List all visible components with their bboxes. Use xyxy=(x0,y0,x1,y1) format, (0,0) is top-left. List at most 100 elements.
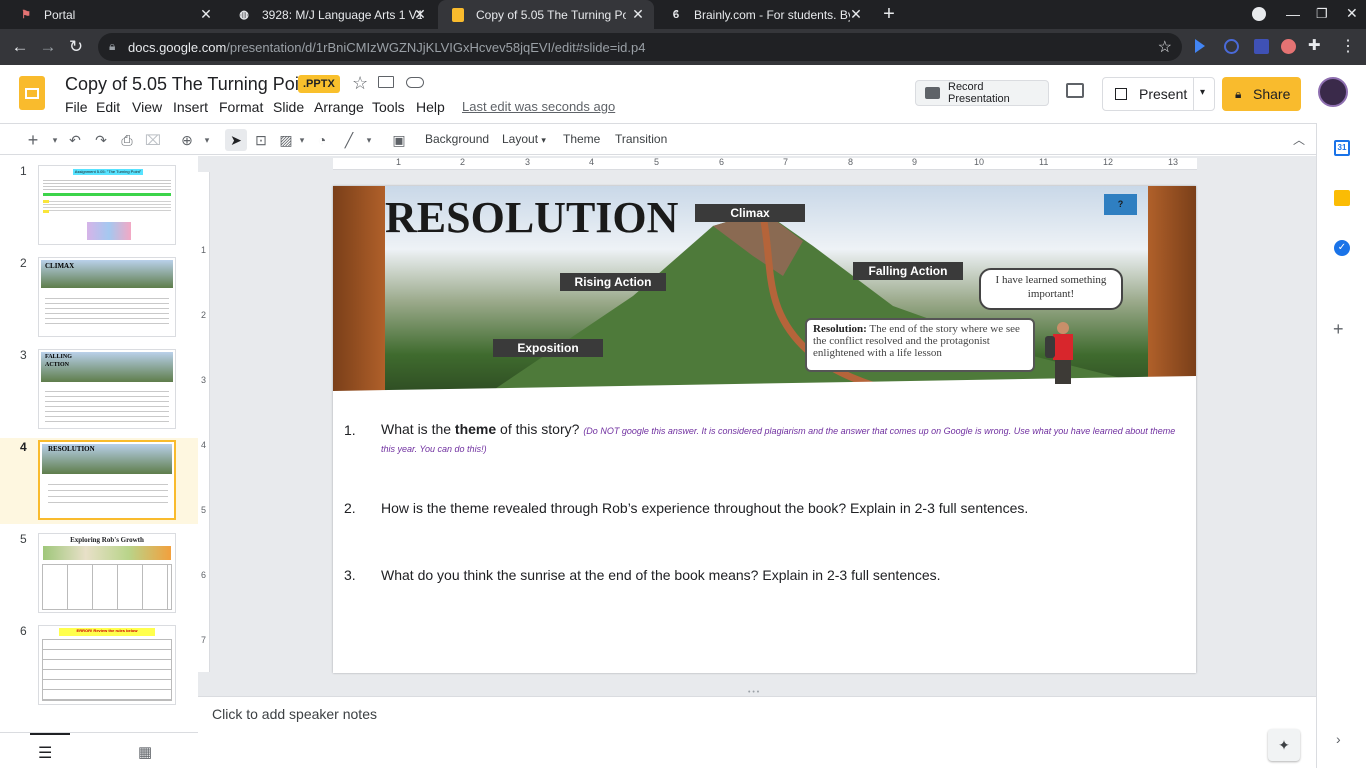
slide-heading[interactable]: RESOLUTION xyxy=(385,192,678,243)
slide-thumbnail-2[interactable]: CLIMAX xyxy=(38,257,176,337)
question-1[interactable]: 1. xyxy=(344,422,356,438)
menu-edit[interactable]: Edit xyxy=(96,99,120,115)
tab-language-arts[interactable]: ◍ 3928: M/J Language Arts 1 V14 ✕ xyxy=(224,0,436,29)
move-folder-icon[interactable] xyxy=(378,76,394,88)
cloud-status-icon[interactable] xyxy=(406,77,424,88)
chevron-down-icon[interactable]: ▾ xyxy=(196,129,218,151)
tab-slides[interactable]: Copy of 5.05 The Turning Point ✕ xyxy=(438,0,654,29)
record-presentation-button[interactable]: Record Presentation xyxy=(915,80,1049,106)
bookmark-star-icon[interactable]: ☆ xyxy=(1158,37,1172,57)
grid-view-icon[interactable]: ▦ xyxy=(138,743,152,761)
label-exposition[interactable]: Exposition xyxy=(493,339,603,357)
close-icon[interactable]: ✕ xyxy=(630,6,646,22)
ruler-tick: 3 xyxy=(201,375,207,385)
label-falling-action[interactable]: Falling Action xyxy=(853,262,963,280)
slide-thumbnail-3[interactable]: FALLING ACTION xyxy=(38,349,176,429)
hiker-figure xyxy=(1045,322,1085,384)
close-icon[interactable]: ✕ xyxy=(198,6,214,22)
slide-thumbnail-1[interactable]: Assignment 5.05: "The Turning Point" xyxy=(38,165,176,245)
menu-slide[interactable]: Slide xyxy=(273,99,304,115)
question-1-text[interactable]: What is the theme of this story? (Do NOT… xyxy=(381,421,1181,457)
redo-icon[interactable]: ↷ xyxy=(90,129,112,151)
shape-icon[interactable]: ◔ xyxy=(311,129,333,151)
explore-icon[interactable]: ✦ xyxy=(1268,729,1300,761)
extension-circle-icon[interactable] xyxy=(1224,39,1239,54)
last-edit-link[interactable]: Last edit was seconds ago xyxy=(462,99,615,114)
keep-icon[interactable] xyxy=(1334,190,1350,206)
question-3-text[interactable]: What do you think the sunrise at the end… xyxy=(381,567,941,583)
restore-icon[interactable]: ❐ xyxy=(1316,6,1328,22)
help-button[interactable]: ? xyxy=(1104,194,1137,215)
tab-portal[interactable]: ⚑ Portal ✕ xyxy=(6,0,222,29)
star-icon[interactable]: ☆ xyxy=(352,73,368,94)
line-icon[interactable]: ╱ xyxy=(338,129,360,151)
slide-thumbnail-6[interactable]: ERROR! Review the rules below xyxy=(38,625,176,705)
list-view-icon[interactable]: ☰ xyxy=(38,743,52,763)
chevron-down-icon[interactable]: ▾ xyxy=(358,129,380,151)
extension-play-icon[interactable] xyxy=(1195,39,1205,53)
menu-format[interactable]: Format xyxy=(219,99,263,115)
new-slide-icon[interactable]: + xyxy=(22,129,44,151)
menu-tools[interactable]: Tools xyxy=(372,99,405,115)
tab-brainly[interactable]: ϐ Brainly.com - For students. By st ✕ xyxy=(656,0,872,29)
forward-icon[interactable]: → xyxy=(34,33,62,61)
transition-button[interactable]: Transition xyxy=(615,132,667,146)
extensions-puzzle-icon[interactable]: ✚ xyxy=(1308,36,1321,54)
close-icon[interactable]: ✕ xyxy=(848,6,864,22)
label-climax[interactable]: Climax xyxy=(695,204,805,222)
slides-logo-icon[interactable] xyxy=(19,76,45,110)
collapse-toolbar-icon[interactable]: ︿ xyxy=(1288,129,1310,151)
new-tab-button[interactable]: + xyxy=(878,4,900,26)
close-window-icon[interactable]: ✕ xyxy=(1346,5,1358,22)
extension-square-icon[interactable] xyxy=(1254,39,1269,54)
browser-menu-icon[interactable]: ⋮ xyxy=(1340,36,1356,56)
chevron-down-icon[interactable]: ▾ xyxy=(291,129,313,151)
ruler-tick: 13 xyxy=(1168,157,1179,167)
slide-thumbnail-4[interactable]: RESOLUTION xyxy=(38,440,176,520)
ruler-tick: 7 xyxy=(201,635,207,645)
resolution-definition-box[interactable]: Resolution: The end of the story where w… xyxy=(805,318,1035,372)
select-cursor-icon[interactable]: ➤ xyxy=(225,129,247,151)
menu-view[interactable]: View xyxy=(132,99,162,115)
minimize-icon[interactable]: — xyxy=(1286,6,1300,22)
avatar[interactable] xyxy=(1318,77,1348,107)
notes-resize-handle[interactable]: • • • xyxy=(198,686,1316,696)
paint-format-icon[interactable]: ⌧ xyxy=(142,129,164,151)
tasks-icon[interactable]: ✓ xyxy=(1334,240,1350,256)
slide-number: 2 xyxy=(20,256,27,270)
background-button[interactable]: Background xyxy=(425,132,489,146)
speech-bubble[interactable]: I have learned something important! xyxy=(979,268,1123,310)
slide-thumbnail-5[interactable]: Exploring Rob's Growth xyxy=(38,533,176,613)
text-box-icon[interactable]: ⊡ xyxy=(250,129,272,151)
chevron-down-icon[interactable]: ▾ xyxy=(1200,87,1205,98)
zoom-icon[interactable]: ⊕ xyxy=(176,129,198,151)
chevron-right-icon[interactable]: › xyxy=(1336,731,1341,747)
theme-button[interactable]: Theme xyxy=(563,132,600,146)
print-icon[interactable]: ⎙ xyxy=(116,129,138,151)
undo-icon[interactable]: ↶ xyxy=(64,129,86,151)
menu-file[interactable]: File xyxy=(65,99,88,115)
present-button[interactable]: Present ▾ xyxy=(1102,77,1215,111)
tab-title: Copy of 5.05 The Turning Point xyxy=(476,7,626,22)
speaker-notes-input[interactable]: Click to add speaker notes xyxy=(212,706,377,722)
menu-insert[interactable]: Insert xyxy=(173,99,208,115)
document-title[interactable]: Copy of 5.05 The Turning Point xyxy=(65,74,314,95)
menu-arrange[interactable]: Arrange xyxy=(314,99,364,115)
add-addon-icon[interactable]: + xyxy=(1333,319,1344,340)
url-field[interactable]: 🔒︎ docs.google.com/presentation/d/1rBniC… xyxy=(98,33,1182,61)
thumb-title: CLIMAX xyxy=(45,262,75,270)
back-icon[interactable]: ← xyxy=(6,33,34,61)
menu-help[interactable]: Help xyxy=(416,99,445,115)
add-comment-icon[interactable]: ▣ xyxy=(388,129,410,151)
chevron-down-icon[interactable]: ▾ xyxy=(44,129,66,151)
layout-button[interactable]: Layout ▾ xyxy=(502,132,546,146)
question-2-text[interactable]: How is the theme revealed through Rob’s … xyxy=(381,500,1028,516)
comments-icon[interactable] xyxy=(1066,83,1084,98)
label-rising-action[interactable]: Rising Action xyxy=(560,273,666,291)
close-icon[interactable]: ✕ xyxy=(412,6,428,22)
tab-search-icon[interactable] xyxy=(1252,7,1266,21)
reload-icon[interactable]: ↻ xyxy=(62,33,90,61)
calendar-icon[interactable]: 31 xyxy=(1334,140,1350,156)
extension-red-icon[interactable] xyxy=(1281,39,1296,54)
share-button[interactable]: 🔒︎ Share xyxy=(1222,77,1301,111)
